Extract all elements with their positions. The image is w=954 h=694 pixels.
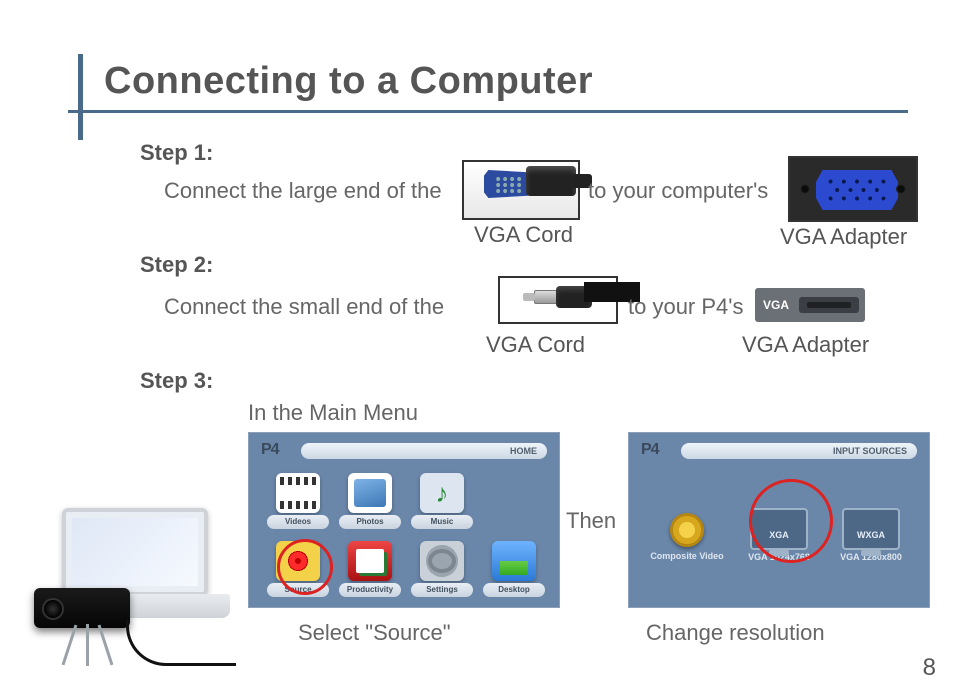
tile-empty	[483, 469, 545, 531]
cable-icon	[126, 620, 236, 666]
step1-label: Step 1:	[140, 140, 213, 166]
tile-desktop: Desktop	[483, 537, 545, 599]
p4-port-label: VGA	[759, 296, 793, 314]
p4-logo-2: P4	[641, 441, 659, 459]
accent-rule-horizontal	[68, 110, 908, 113]
step3-caption-right: Change resolution	[646, 620, 825, 646]
step3-label: Step 3:	[140, 368, 213, 394]
projector-icon	[34, 588, 130, 628]
vga-cord-small-image	[498, 276, 618, 324]
tile-productivity: Productivity	[339, 537, 401, 599]
p4-home-menu-screenshot: P4 HOME Videos Photos Music Source Produ…	[248, 432, 560, 608]
step1-caption-b: VGA Adapter	[780, 224, 907, 250]
step2-caption-a: VGA Cord	[486, 332, 585, 358]
src-composite: Composite Video	[646, 509, 728, 561]
home-tile-grid: Videos Photos Music Source Productivity …	[267, 469, 545, 599]
step3-caption-left: Select "Source"	[298, 620, 451, 646]
step3-then: Then	[566, 508, 616, 534]
page-title: Connecting to a Computer	[104, 60, 593, 103]
tile-music: Music	[411, 469, 473, 531]
vga-adapter-port-image	[788, 156, 918, 222]
step1-text-b: to your computer's	[588, 178, 768, 204]
step2-text-a: Connect the small end of the	[164, 294, 444, 320]
step1-caption-a: VGA Cord	[474, 222, 573, 248]
accent-rule-vertical	[78, 54, 83, 140]
p4-vga-port-image: VGA	[755, 288, 865, 322]
tile-source: Source	[267, 537, 329, 599]
page-number: 8	[923, 654, 936, 682]
input-sources-row: Composite Video XGA VGA 1024x768 WXGA VG…	[641, 475, 917, 595]
tile-photos: Photos	[339, 469, 401, 531]
step1-text-a: Connect the large end of the	[164, 178, 442, 204]
input-sources-header: INPUT SOURCES	[681, 443, 917, 459]
src-xga: XGA VGA 1024x768	[738, 508, 820, 562]
tripod-icon	[62, 624, 110, 666]
step2-text-b: to your P4's	[628, 294, 743, 320]
src-wxga: WXGA VGA 1280x800	[830, 508, 912, 562]
step2-label: Step 2:	[140, 252, 213, 278]
p4-input-sources-screenshot: P4 INPUT SOURCES Composite Video XGA VGA…	[628, 432, 930, 608]
vga-cord-large-image	[462, 160, 580, 220]
home-header: HOME	[301, 443, 547, 459]
step2-caption-b: VGA Adapter	[742, 332, 869, 358]
tile-videos: Videos	[267, 469, 329, 531]
laptop-projector-photo	[6, 502, 236, 666]
p4-logo: P4	[261, 441, 279, 459]
step3-intro: In the Main Menu	[248, 400, 418, 426]
tile-settings: Settings	[411, 537, 473, 599]
